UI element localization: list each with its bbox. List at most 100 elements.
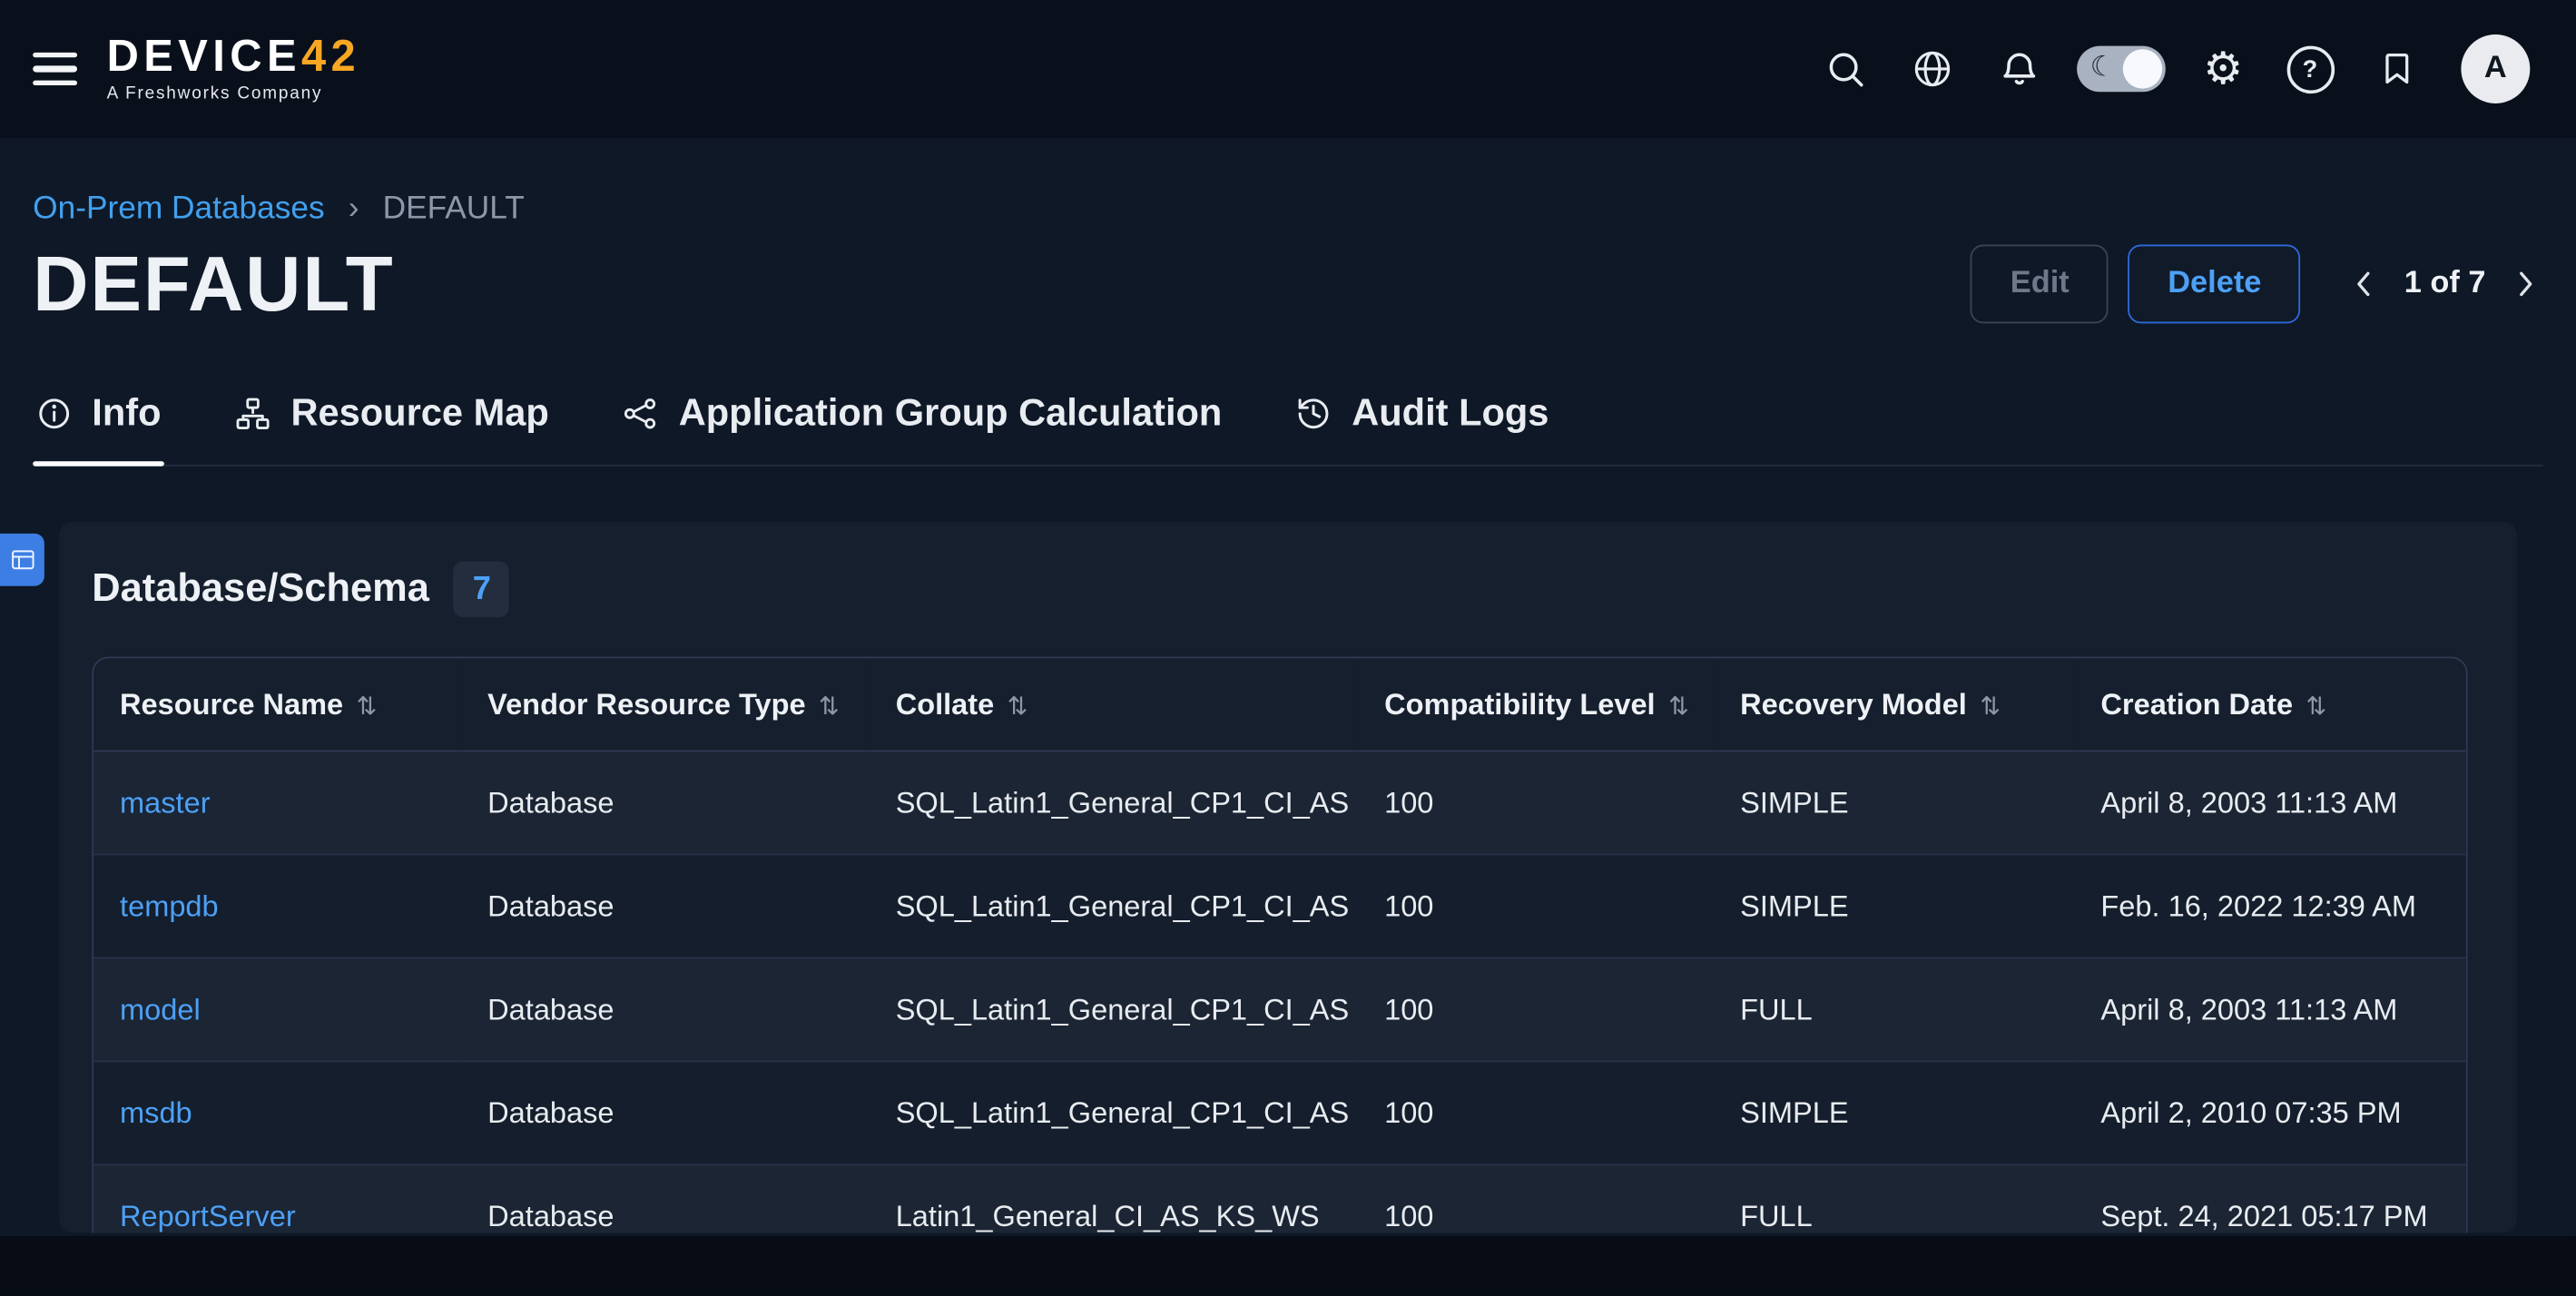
device42-logo[interactable]: DEVICE42 A Freshworks Company <box>107 34 361 103</box>
gear-icon[interactable]: ⚙ <box>2187 33 2259 105</box>
help-icon[interactable]: ? <box>2274 33 2346 105</box>
database-table: Resource Name⇅ Vendor Resource Type⇅ Col… <box>92 657 2467 1233</box>
toggle-knob <box>2123 49 2162 88</box>
tab-resource-map[interactable]: Resource Map <box>231 378 552 465</box>
cell-collate: SQL_Latin1_General_CP1_CI_AS <box>870 751 1358 853</box>
cell-vendor-type: Database <box>461 1163 870 1232</box>
page-actions: Edit Delete 1 of 7 <box>1971 244 2542 323</box>
navbar-left: DEVICE42 A Freshworks Company <box>33 34 360 103</box>
count-badge: 7 <box>454 562 509 617</box>
history-icon <box>1296 395 1332 431</box>
resource-link[interactable]: ReportServer <box>93 1163 461 1232</box>
section-header: Database/Schema 7 <box>92 562 2467 617</box>
sort-icon[interactable]: ⇅ <box>1668 692 1689 720</box>
cell-collate: SQL_Latin1_General_CP1_CI_AS <box>870 957 1358 1061</box>
cell-recovery-model: SIMPLE <box>1714 751 2074 853</box>
breadcrumb-parent-link[interactable]: On-Prem Databases <box>33 191 325 227</box>
pager-prev-icon[interactable] <box>2346 265 2383 301</box>
sort-icon[interactable]: ⇅ <box>1980 692 2001 720</box>
brand-name: DEVICE <box>107 31 301 80</box>
cell-compatibility: 100 <box>1358 751 1714 853</box>
network-nodes-icon <box>623 395 659 431</box>
cell-vendor-type: Database <box>461 751 870 853</box>
tab-info-label: Info <box>92 390 161 435</box>
table-row: model Database SQL_Latin1_General_CP1_CI… <box>93 957 2466 1061</box>
sort-icon[interactable]: ⇅ <box>1008 692 1028 720</box>
avatar[interactable]: A <box>2461 34 2530 103</box>
column-header-collate[interactable]: Collate⇅ <box>870 658 1358 751</box>
cell-recovery-model: FULL <box>1714 957 2074 1061</box>
column-header-recovery-model[interactable]: Recovery Model⇅ <box>1714 658 2074 751</box>
help-ring: ? <box>2286 45 2334 93</box>
bottom-strip <box>0 1236 2576 1295</box>
tab-audit-logs-label: Audit Logs <box>1352 390 1549 435</box>
table-row: master Database SQL_Latin1_General_CP1_C… <box>93 751 2466 853</box>
sort-icon[interactable]: ⇅ <box>2306 692 2327 720</box>
breadcrumb-separator-icon: › <box>349 191 359 227</box>
brand-subtitle: A Freshworks Company <box>107 83 361 103</box>
device42-app: DEVICE42 A Freshworks Company <box>0 0 2576 1295</box>
navbar-right: ☾ ⚙ ? A <box>1809 33 2530 105</box>
cell-vendor-type: Database <box>461 957 870 1061</box>
sort-icon[interactable]: ⇅ <box>357 692 378 720</box>
resource-link[interactable]: tempdb <box>93 854 461 957</box>
tab-info[interactable]: Info <box>33 378 164 465</box>
column-header-vendor-resource-type[interactable]: Vendor Resource Type⇅ <box>461 658 870 751</box>
tab-resource-map-label: Resource Map <box>290 390 548 435</box>
breadcrumb-current: DEFAULT <box>383 191 525 227</box>
top-navbar: DEVICE42 A Freshworks Company <box>0 0 2576 138</box>
tab-audit-logs[interactable]: Audit Logs <box>1293 378 1552 465</box>
column-header-resource-name[interactable]: Resource Name⇅ <box>93 658 461 751</box>
resource-link[interactable]: master <box>93 751 461 853</box>
globe-icon[interactable] <box>1896 33 1969 105</box>
cell-compatibility: 100 <box>1358 854 1714 957</box>
cell-recovery-model: SIMPLE <box>1714 1060 2074 1163</box>
cell-creation-date: April 8, 2003 11:13 AM <box>2074 957 2465 1061</box>
sitemap-icon <box>235 395 271 431</box>
search-icon[interactable] <box>1809 33 1882 105</box>
table-row: tempdb Database SQL_Latin1_General_CP1_C… <box>93 854 2466 957</box>
menu-icon[interactable] <box>33 53 77 85</box>
cell-recovery-model: FULL <box>1714 1163 2074 1232</box>
cell-creation-date: Feb. 16, 2022 12:39 AM <box>2074 854 2465 957</box>
bell-icon[interactable] <box>1983 33 2056 105</box>
theme-toggle[interactable]: ☾ <box>2077 46 2166 93</box>
cell-creation-date: April 8, 2003 11:13 AM <box>2074 751 2465 853</box>
breadcrumb: On-Prem Databases › DEFAULT <box>33 191 2543 229</box>
resource-link[interactable]: msdb <box>93 1060 461 1163</box>
database-schema-panel: Database/Schema 7 Resource Name⇅ Vendor … <box>59 522 2517 1232</box>
cell-compatibility: 100 <box>1358 957 1714 1061</box>
table-list-icon <box>11 550 34 570</box>
section-title: Database/Schema <box>92 566 429 613</box>
cell-collate: SQL_Latin1_General_CP1_CI_AS <box>870 854 1358 957</box>
brand-accent: 42 <box>301 31 360 80</box>
resource-link[interactable]: model <box>93 957 461 1061</box>
table-row: msdb Database SQL_Latin1_General_CP1_CI_… <box>93 1060 2466 1163</box>
cell-creation-date: April 2, 2010 07:35 PM <box>2074 1060 2465 1163</box>
main-content: On-Prem Databases › DEFAULT DEFAULT Edit… <box>0 191 2576 1233</box>
cell-creation-date: Sept. 24, 2021 05:17 PM <box>2074 1163 2465 1232</box>
sort-icon[interactable]: ⇅ <box>819 692 840 720</box>
info-icon <box>36 395 73 431</box>
edit-button[interactable]: Edit <box>1971 244 2109 323</box>
column-header-compatibility-level[interactable]: Compatibility Level⇅ <box>1358 658 1714 751</box>
bookmark-icon[interactable] <box>2361 33 2433 105</box>
cell-collate: Latin1_General_CI_AS_KS_WS <box>870 1163 1358 1232</box>
title-row: DEFAULT Edit Delete 1 of 7 <box>33 238 2543 328</box>
tab-application-group-calculation[interactable]: Application Group Calculation <box>620 378 1225 465</box>
delete-button[interactable]: Delete <box>2129 244 2301 323</box>
cell-recovery-model: SIMPLE <box>1714 854 2074 957</box>
cell-compatibility: 100 <box>1358 1163 1714 1232</box>
pager-label: 1 of 7 <box>2404 265 2486 301</box>
cell-compatibility: 100 <box>1358 1060 1714 1163</box>
cell-collate: SQL_Latin1_General_CP1_CI_AS <box>870 1060 1358 1163</box>
cell-vendor-type: Database <box>461 1060 870 1163</box>
column-header-creation-date[interactable]: Creation Date⇅ <box>2074 658 2465 751</box>
pager-next-icon[interactable] <box>2507 265 2543 301</box>
table-row: ReportServer Database Latin1_General_CI_… <box>93 1163 2466 1232</box>
page-title: DEFAULT <box>33 238 394 328</box>
tab-application-group-calculation-label: Application Group Calculation <box>679 390 1223 435</box>
detail-tabs: Info Resource Map Application Group Calc… <box>33 378 2543 466</box>
cell-vendor-type: Database <box>461 854 870 957</box>
side-panel-toggle[interactable] <box>0 534 44 586</box>
